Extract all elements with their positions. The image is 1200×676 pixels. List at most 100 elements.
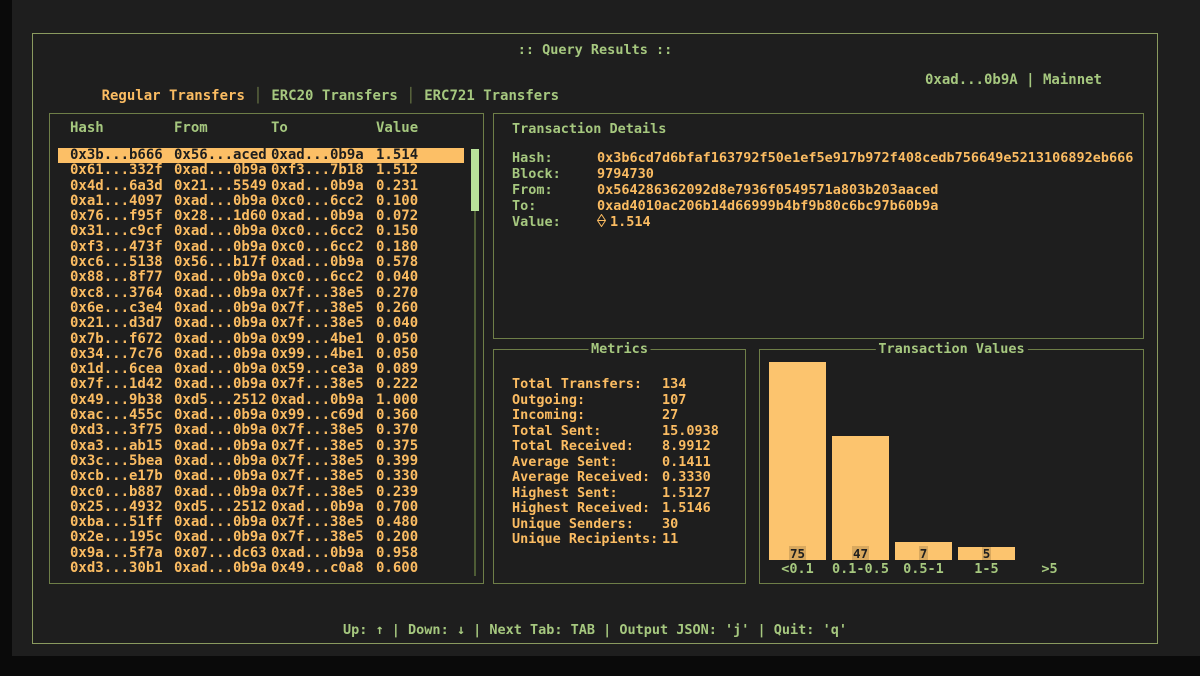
app-frame: :: Query Results :: Regular Transfers │ ER… (32, 33, 1158, 644)
detail-label: Value: (512, 214, 597, 231)
x-axis-label: <0.1 (769, 561, 826, 577)
bar-slot: 47 (832, 436, 889, 560)
table-row[interactable]: 0xba...51ff0xad...0b9a0x7f...38e50.480 (58, 515, 464, 530)
table-cell: 0xd3...30b1 (70, 561, 174, 576)
app-title: :: Query Results :: (33, 42, 1157, 58)
bar: 75 (769, 362, 826, 560)
table-row[interactable]: 0xd3...3f750xad...0b9a0x7f...38e50.370 (58, 423, 464, 438)
table-row[interactable]: 0x3c...5bea0xad...0b9a0x7f...38e50.399 (58, 454, 464, 469)
detail-value: 0x564286362092d8e7936f0549571a803b203aac… (597, 182, 1137, 198)
metric-label: Unique Recipients: (512, 532, 662, 548)
metric-label: Highest Received: (512, 501, 662, 517)
table-cell: 0xf3...7b18 (271, 163, 376, 178)
table-cell: 0.050 (376, 332, 464, 347)
table-cell: 0xd5...2512 (174, 500, 271, 515)
metrics-items: Total Transfers:134Outgoing:107Incoming:… (512, 377, 741, 548)
table-cell: 0.072 (376, 209, 464, 224)
table-row[interactable]: 0x76...f95f0x28...1d600xad...0b9a0.072 (58, 209, 464, 224)
bar-slot: 7 (895, 542, 952, 560)
table-row[interactable]: 0x34...7c760xad...0b9a0x99...4be10.050 (58, 347, 464, 362)
table-cell: 0xad...0b9a (174, 332, 271, 347)
table-row[interactable]: 0xc6...51380x56...b17f0xad...0b9a0.578 (58, 255, 464, 270)
metric-item: Average Sent:0.1411 (512, 455, 741, 471)
table-cell: 0xad...0b9a (271, 393, 376, 408)
table-row[interactable]: 0x7f...1d420xad...0b9a0x7f...38e50.222 (58, 377, 464, 392)
table-row[interactable]: 0x88...8f770xad...0b9a0xc0...6cc20.040 (58, 270, 464, 285)
table-cell: 0.270 (376, 286, 464, 301)
table-cell: 0.040 (376, 270, 464, 285)
metric-item: Average Received:0.3330 (512, 470, 741, 486)
table-cell: 0x99...4be1 (271, 332, 376, 347)
detail-field: Hash:0x3b6cd7d6bfaf163792f50e1ef5e917b97… (512, 150, 1137, 166)
table-cell: 0xad...0b9a (174, 224, 271, 239)
table-cell: 0xa1...4097 (70, 194, 174, 209)
detail-label: Block: (512, 166, 597, 182)
table-row[interactable]: 0x25...49320xd5...25120xad...0b9a0.700 (58, 500, 464, 515)
table-row[interactable]: 0xc0...b8870xad...0b9a0x7f...38e50.239 (58, 485, 464, 500)
table-cell: 0.260 (376, 301, 464, 316)
table-row[interactable]: 0x31...c9cf0xad...0b9a0xc0...6cc20.150 (58, 224, 464, 239)
table-cell: 0xad...0b9a (174, 454, 271, 469)
x-axis-label: >5 (1021, 561, 1078, 577)
table-row[interactable]: 0xa3...ab150xad...0b9a0x7f...38e50.375 (58, 439, 464, 454)
table-cell: 0xad...0b9a (271, 500, 376, 515)
tab-erc721-transfers[interactable]: ERC721 Transfers (424, 88, 559, 104)
detail-value: 0xad4010ac206b14d66999b4bf9b80c6bc97b60b… (597, 198, 1137, 214)
bar-value-label: 7 (895, 547, 952, 560)
detail-field: Value:1.514 (512, 214, 1137, 231)
table-cell: 0xd3...3f75 (70, 423, 174, 438)
table-row[interactable]: 0x1d...6cea0xad...0b9a0x59...ce3a0.089 (58, 362, 464, 377)
metric-label: Highest Sent: (512, 486, 662, 502)
chart-x-labels: <0.10.1-0.50.5-11-5>5 (769, 561, 1078, 577)
table-cell: 0x56...b17f (174, 255, 271, 270)
table-row[interactable]: 0xd3...30b10xad...0b9a0x49...c0a80.600 (58, 561, 464, 576)
table-cell: 0.180 (376, 240, 464, 255)
table-row[interactable]: 0xf3...473f0xad...0b9a0xc0...6cc20.180 (58, 240, 464, 255)
table-row[interactable]: 0x49...9b380xd5...25120xad...0b9a1.000 (58, 393, 464, 408)
table-row[interactable]: 0x4d...6a3d0x21...55490xad...0b9a0.231 (58, 179, 464, 194)
table-row[interactable]: 0xac...455c0xad...0b9a0x99...c69d0.360 (58, 408, 464, 423)
tab-erc20-transfers[interactable]: ERC20 Transfers (271, 88, 397, 104)
table-cell: 0xc0...6cc2 (271, 270, 376, 285)
table-row[interactable]: 0xa1...40970xad...0b9a0xc0...6cc20.100 (58, 194, 464, 209)
table-row[interactable]: 0x3b...b6660x56...aced0xad...0b9a1.514 (58, 148, 464, 163)
table-cell: 0xc0...6cc2 (271, 194, 376, 209)
scrollbar-thumb[interactable] (471, 149, 479, 211)
metrics-panel: Metrics Total Transfers:134Outgoing:107I… (493, 349, 746, 584)
table-cell: 0x7f...38e5 (271, 454, 376, 469)
table-cell: 0.375 (376, 439, 464, 454)
table-cell: 0.050 (376, 347, 464, 362)
table-cell: 0xd5...2512 (174, 393, 271, 408)
table-cell: 0x7f...38e5 (271, 316, 376, 331)
table-cell: 0xad...0b9a (174, 362, 271, 377)
tab-regular-transfers[interactable]: Regular Transfers (102, 88, 245, 104)
x-axis-label: 0.1-0.5 (832, 561, 889, 577)
metric-label: Unique Senders: (512, 517, 662, 533)
table-row[interactable]: 0x61...332f0xad...0b9a0xf3...7b181.512 (58, 163, 464, 178)
table-row[interactable]: 0x9a...5f7a0x07...dc630xad...0b9a0.958 (58, 546, 464, 561)
table-row[interactable]: 0x2e...195c0xad...0b9a0x7f...38e50.200 (58, 530, 464, 545)
table-cell: 0x3b...b666 (70, 148, 174, 163)
metric-label: Outgoing: (512, 393, 662, 409)
col-header-hash: Hash (70, 120, 174, 136)
table-cell: 0x7f...38e5 (271, 286, 376, 301)
metric-value: 0.1411 (662, 455, 741, 471)
bar: 5 (958, 547, 1015, 560)
tab-separator: │ (254, 88, 262, 104)
table-row[interactable]: 0x7b...f6720xad...0b9a0x99...4be10.050 (58, 332, 464, 347)
table-cell: 0x31...c9cf (70, 224, 174, 239)
metric-value: 15.0938 (662, 424, 741, 440)
scrollbar-track[interactable] (474, 149, 476, 576)
transaction-details-panel: Transaction Details Hash:0x3b6cd7d6bfaf1… (493, 113, 1144, 339)
bar-value-label: 5 (958, 547, 1015, 560)
table-row[interactable]: 0xcb...e17b0xad...0b9a0x7f...38e50.330 (58, 469, 464, 484)
detail-field: To:0xad4010ac206b14d66999b4bf9b80c6bc97b… (512, 198, 1137, 214)
table-cell: 0x49...c0a8 (271, 561, 376, 576)
table-cell: 0.600 (376, 561, 464, 576)
table-row[interactable]: 0x21...d3d70xad...0b9a0x7f...38e50.040 (58, 316, 464, 331)
metric-value: 11 (662, 532, 741, 548)
table-row[interactable]: 0x6e...c3e40xad...0b9a0x7f...38e50.260 (58, 301, 464, 316)
table-cell: 0xf3...473f (70, 240, 174, 255)
table-row[interactable]: 0xc8...37640xad...0b9a0x7f...38e50.270 (58, 286, 464, 301)
table-cell: 0xad...0b9a (174, 485, 271, 500)
